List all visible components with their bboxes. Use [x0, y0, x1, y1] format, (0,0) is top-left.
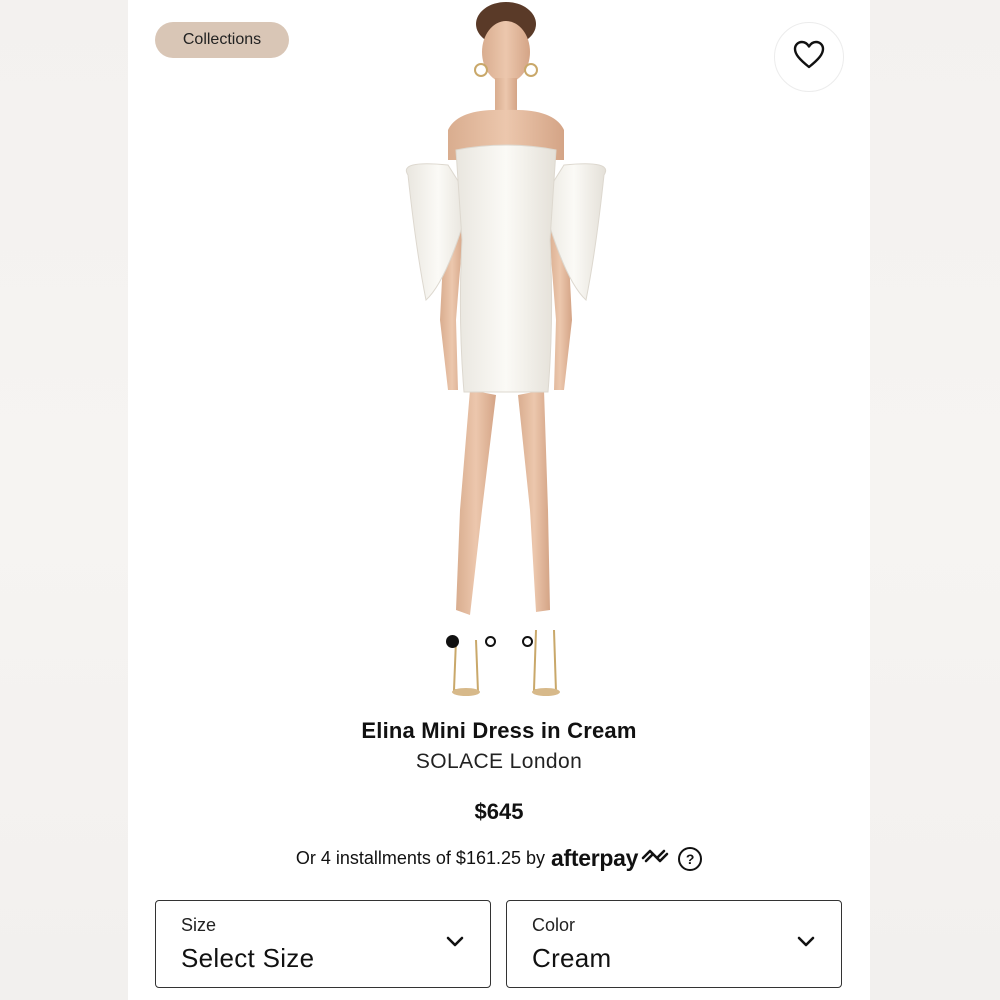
size-label: Size — [181, 915, 217, 935]
wishlist-button[interactable] — [774, 22, 844, 92]
gallery-dot-2[interactable] — [485, 636, 496, 647]
product-page: Collections Elina Mini Dress in Cream SO… — [128, 0, 870, 1000]
heart-icon — [793, 40, 825, 75]
collections-chip[interactable]: Collections — [155, 22, 289, 58]
product-brand[interactable]: SOLACE London — [128, 750, 870, 774]
help-label: ? — [685, 850, 695, 867]
product-title: Elina Mini Dress in Cream — [361, 718, 637, 743]
chevron-down-icon — [446, 935, 464, 954]
afterpay-logo-icon — [640, 846, 670, 871]
size-select[interactable]: Size Select Size — [155, 900, 491, 988]
installments-row: Or 4 installments of $161.25 by afterpay… — [128, 845, 870, 872]
collections-label: Collections — [182, 31, 262, 48]
question-icon[interactable]: ? — [678, 846, 703, 871]
gallery-dot-3[interactable] — [522, 636, 533, 647]
size-value: Select Size — [181, 943, 315, 973]
product-price: $645 — [474, 799, 524, 824]
left-margin — [0, 0, 128, 1000]
chevron-down-icon — [797, 935, 815, 954]
afterpay-wordmark: afterpay — [551, 845, 639, 871]
color-label: Color — [532, 915, 576, 935]
gallery-pagination — [446, 635, 533, 648]
installments-text: Or 4 installments of $161.25 by — [295, 848, 546, 868]
gallery-dot-1[interactable] — [446, 635, 459, 648]
color-select[interactable]: Color Cream — [506, 900, 842, 988]
right-margin — [870, 0, 1000, 1000]
color-value: Cream — [532, 943, 612, 973]
product-image[interactable] — [378, 0, 628, 705]
